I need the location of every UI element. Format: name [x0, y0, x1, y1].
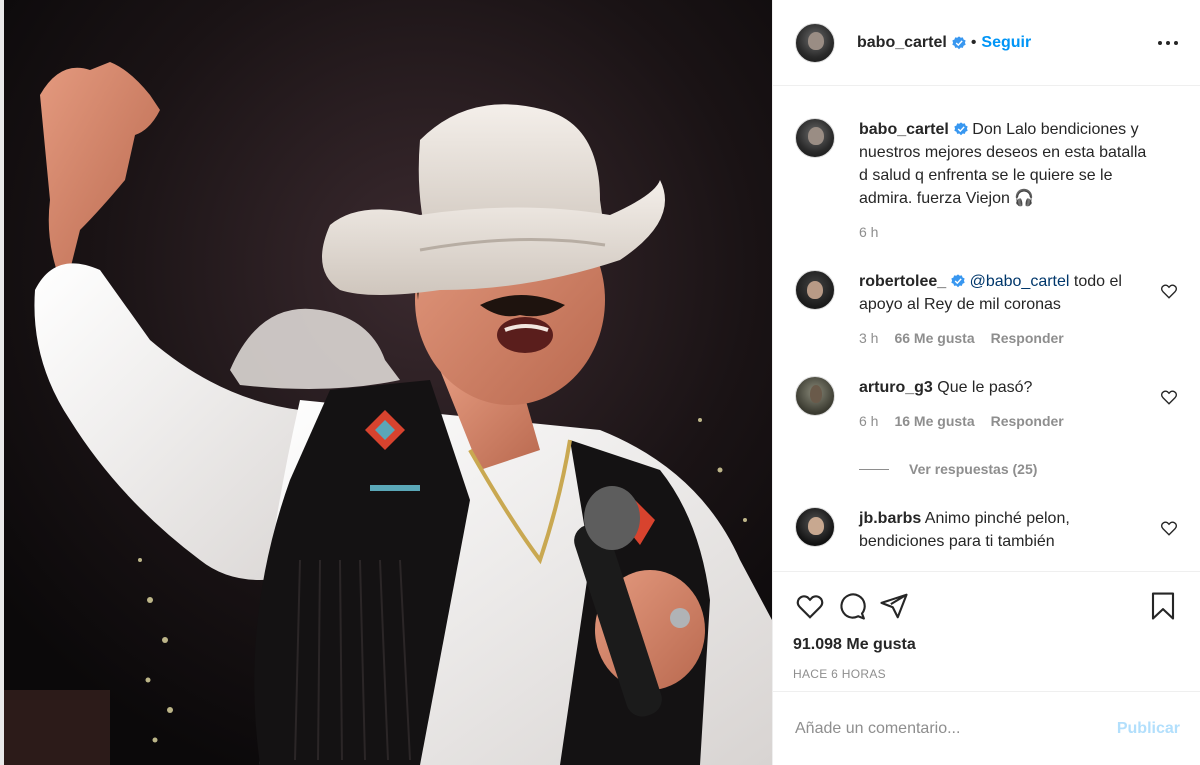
bookmark-icon[interactable]: [1146, 589, 1180, 623]
comment-username[interactable]: robertolee_: [859, 273, 946, 290]
caption: babo_cartel Don Lalo bendiciones y nuest…: [795, 118, 1178, 240]
caption-avatar[interactable]: [795, 118, 835, 158]
post-photo[interactable]: [0, 0, 772, 765]
commenter-avatar[interactable]: [795, 376, 835, 416]
verified-badge-icon: [954, 122, 968, 136]
comment-input[interactable]: [795, 719, 1117, 738]
view-replies-button[interactable]: Ver respuestas (25): [859, 461, 1178, 477]
post-sidebar: babo_cartel • Seguir babo_cartel Don Lal…: [772, 0, 1200, 765]
instagram-post: babo_cartel • Seguir babo_cartel Don Lal…: [0, 0, 1200, 765]
follow-button[interactable]: Seguir: [981, 34, 1031, 52]
comment-time[interactable]: 6 h: [859, 413, 878, 429]
action-icons: [793, 586, 1180, 626]
comment-username[interactable]: jb.barbs: [859, 510, 921, 527]
reply-button[interactable]: Responder: [991, 330, 1064, 346]
comment-like-heart-icon[interactable]: [1160, 519, 1178, 537]
comment-username[interactable]: arturo_g3: [859, 379, 933, 396]
more-options-icon[interactable]: [1156, 31, 1180, 55]
caption-username[interactable]: babo_cartel: [859, 121, 949, 138]
comment-like-heart-icon[interactable]: [1160, 388, 1178, 406]
replies-divider: [859, 468, 889, 470]
commenter-avatar[interactable]: [795, 270, 835, 310]
post-actions: 91.098 Me gusta HACE 6 HORAS: [773, 571, 1200, 691]
author-username[interactable]: babo_cartel: [857, 34, 947, 52]
comment-likes[interactable]: 16 Me gusta: [894, 413, 974, 429]
heart-icon[interactable]: [793, 589, 827, 623]
comment-item: arturo_g3 Que le pasó? 6 h 16 Me gusta R…: [795, 376, 1178, 429]
comments-list[interactable]: babo_cartel Don Lalo bendiciones y nuest…: [773, 86, 1200, 571]
verified-badge-icon: [951, 274, 965, 288]
reply-button[interactable]: Responder: [991, 413, 1064, 429]
post-header: babo_cartel • Seguir: [773, 0, 1200, 86]
author-avatar[interactable]: [795, 22, 835, 63]
comment-item: jb.barbs Animo pinché pelon, bendiciones…: [795, 507, 1178, 553]
header-separator: •: [970, 33, 977, 51]
view-replies-label: Ver respuestas (25): [909, 461, 1038, 477]
caption-time[interactable]: 6 h: [859, 224, 878, 240]
singer-illustration: [0, 0, 772, 765]
publish-button[interactable]: Publicar: [1117, 720, 1180, 738]
comment-mention[interactable]: @babo_cartel: [970, 273, 1070, 290]
post-time[interactable]: HACE 6 HORAS: [793, 667, 1180, 681]
comment-time[interactable]: 3 h: [859, 330, 878, 346]
comment-item: robertolee_ @babo_cartel todo el apoyo a…: [795, 270, 1178, 346]
commenter-avatar[interactable]: [795, 507, 835, 547]
verified-badge-icon: [952, 35, 966, 49]
add-comment-bar: Publicar: [773, 691, 1200, 765]
comment-likes[interactable]: 66 Me gusta: [894, 330, 974, 346]
comment-like-heart-icon[interactable]: [1160, 282, 1178, 300]
likes-count[interactable]: 91.098 Me gusta: [793, 636, 1180, 654]
comment-icon[interactable]: [835, 589, 869, 623]
share-icon[interactable]: [877, 589, 911, 623]
comment-text: Que le pasó?: [932, 379, 1033, 396]
